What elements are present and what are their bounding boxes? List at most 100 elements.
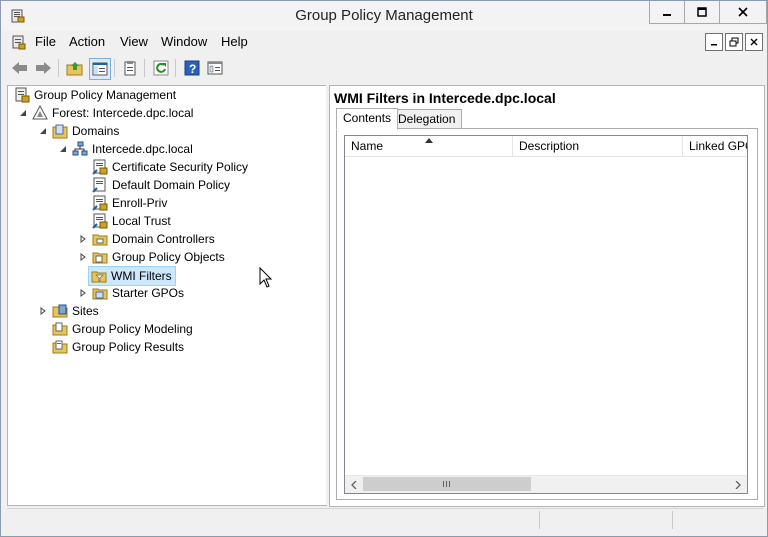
tree-item-group-policy-objects[interactable]: Group Policy Objects — [78, 248, 225, 266]
tree-item-group-policy-results[interactable]: Group Policy Results — [52, 338, 184, 356]
gpo-link-icon — [92, 213, 108, 229]
console-menu-icon[interactable] — [12, 34, 26, 50]
domain-icon — [72, 141, 88, 157]
starter-gpo-folder-icon — [92, 285, 108, 301]
help-button[interactable]: ? — [182, 58, 202, 78]
up-folder-icon — [66, 62, 83, 76]
scroll-left-button[interactable] — [347, 478, 361, 491]
menu-window[interactable]: Window — [161, 34, 207, 49]
collapse-icon[interactable] — [18, 108, 28, 118]
menu-bar: File Action View Window Help — [1, 31, 767, 53]
menu-action[interactable]: Action — [69, 34, 105, 49]
menu-file[interactable]: File — [35, 34, 56, 49]
column-header-linked-gpo[interactable]: Linked GPO — [683, 136, 747, 156]
title-bar[interactable]: Group Policy Management — [1, 1, 767, 31]
modeling-icon — [52, 321, 68, 337]
sort-ascending-icon — [425, 138, 433, 143]
list-header: Name Description Linked GPO — [345, 136, 747, 157]
tree-label-sites: Sites — [72, 304, 99, 318]
chevron-right-icon — [735, 480, 741, 489]
tree-item-certificate-security-policy[interactable]: Certificate Security Policy — [92, 158, 248, 176]
horizontal-scrollbar[interactable] — [345, 475, 747, 493]
minimize-icon — [711, 44, 717, 46]
expand-icon[interactable] — [78, 252, 88, 262]
status-section — [539, 511, 672, 529]
mdi-minimize-button[interactable] — [705, 33, 723, 51]
mdi-close-button[interactable] — [745, 33, 763, 51]
scroll-thumb[interactable] — [363, 477, 531, 491]
grip-icon — [443, 481, 450, 487]
tree-label: Default Domain Policy — [112, 178, 231, 192]
column-header-name[interactable]: Name — [345, 136, 513, 156]
mdi-restore-button[interactable] — [725, 33, 743, 51]
tree-item-group-policy-modeling[interactable]: Group Policy Modeling — [52, 320, 193, 338]
back-button[interactable] — [10, 58, 30, 78]
collapse-icon[interactable] — [38, 126, 48, 136]
minimize-button[interactable] — [649, 1, 685, 24]
gpo-link-icon — [92, 177, 108, 193]
tree-label: Enroll-Priv — [112, 196, 168, 210]
close-button[interactable] — [719, 1, 767, 24]
maximize-icon — [697, 7, 707, 17]
scroll-right-button[interactable] — [731, 478, 745, 491]
close-icon — [738, 7, 748, 17]
tree-item-wmi-filters[interactable]: WMI Filters — [88, 266, 176, 286]
tree-label: Starter GPOs — [112, 286, 185, 300]
details-pane: WMI Filters in Intercede.dpc.local Conte… — [329, 85, 765, 507]
tree-label: Domain Controllers — [112, 232, 215, 246]
collapse-icon[interactable] — [58, 144, 68, 154]
console-icon — [207, 61, 223, 75]
up-folder-button[interactable] — [65, 58, 85, 78]
back-icon — [12, 62, 27, 74]
column-header-description[interactable]: Description — [513, 136, 683, 156]
app-window: Group Policy Management File Action View… — [0, 0, 768, 537]
wmi-filter-list[interactable]: Name Description Linked GPO — [344, 135, 748, 494]
tree-label-results: Group Policy Results — [72, 340, 185, 354]
chevron-left-icon — [351, 480, 357, 489]
status-section — [672, 511, 763, 529]
expand-icon[interactable] — [38, 306, 48, 316]
console-view-button[interactable] — [205, 58, 225, 78]
menu-view[interactable]: View — [120, 34, 148, 49]
forward-button[interactable] — [33, 58, 53, 78]
tab-delegation[interactable]: Delegation — [391, 109, 463, 129]
properties-icon — [124, 61, 136, 76]
mouse-cursor-icon — [259, 267, 273, 288]
minimize-icon — [663, 14, 671, 16]
expand-icon[interactable] — [78, 288, 88, 298]
tree-label: WMI Filters — [111, 269, 172, 283]
tree-label-domain: Intercede.dpc.local — [92, 142, 193, 156]
menu-help[interactable]: Help — [221, 34, 248, 49]
tree-item-domain[interactable]: Intercede.dpc.local — [58, 140, 193, 158]
tree-item-default-domain-policy[interactable]: Default Domain Policy — [92, 176, 230, 194]
gpmc-icon — [14, 87, 30, 103]
tree-item-sites[interactable]: Sites — [38, 302, 99, 320]
gpo-link-icon — [92, 195, 108, 211]
tree-item-domains[interactable]: Domains — [38, 122, 119, 140]
svg-text:?: ? — [189, 62, 196, 76]
properties-button[interactable] — [120, 58, 140, 78]
show-tree-button[interactable] — [89, 58, 111, 80]
expand-icon[interactable] — [78, 234, 88, 244]
tree-label-forest: Forest: Intercede.dpc.local — [52, 106, 194, 120]
tree-item-enroll-priv[interactable]: Enroll-Priv — [92, 194, 167, 212]
help-icon: ? — [184, 60, 200, 76]
tree-item-root[interactable]: Group Policy Management — [14, 86, 176, 104]
forest-icon — [32, 104, 48, 121]
refresh-icon — [153, 60, 169, 76]
show-tree-icon — [92, 62, 108, 76]
tree-item-forest[interactable]: Forest: Intercede.dpc.local — [18, 104, 193, 122]
tree-item-starter-gpos[interactable]: Starter GPOs — [78, 284, 184, 302]
tree-item-domain-controllers[interactable]: Domain Controllers — [78, 230, 215, 248]
tab-contents[interactable]: Contents — [336, 108, 399, 130]
tree-label: Group Policy Objects — [112, 250, 225, 264]
maximize-button[interactable] — [684, 1, 720, 24]
refresh-button[interactable] — [151, 58, 171, 78]
tree-item-local-trust[interactable]: Local Trust — [92, 212, 171, 230]
console-tree[interactable]: Group Policy Management Forest: Interced… — [7, 85, 327, 506]
sites-folder-icon — [52, 303, 68, 319]
ou-folder-icon — [92, 231, 108, 247]
tree-label-domains: Domains — [72, 124, 120, 138]
status-bar — [7, 508, 763, 531]
results-icon — [52, 339, 68, 355]
